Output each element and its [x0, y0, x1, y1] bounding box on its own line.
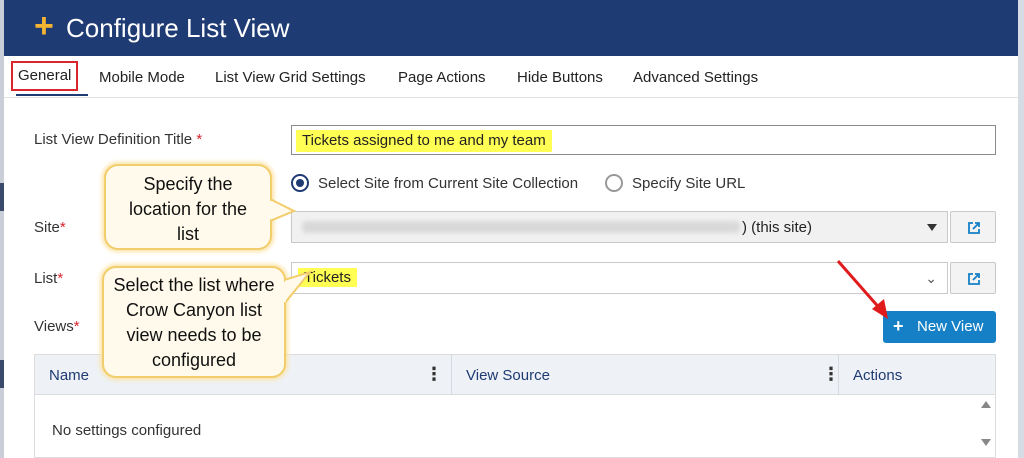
site-callout: Specify the location for the list: [104, 164, 272, 250]
radio-current-site-collection-label[interactable]: Select Site from Current Site Collection: [318, 175, 578, 192]
column-view-source-label: View Source: [466, 367, 550, 384]
active-tab-indicator: [16, 94, 88, 96]
background-marker: [0, 183, 4, 211]
list-callout-tail: [284, 270, 313, 306]
site-select-value: ) (this site): [742, 219, 813, 236]
scroll-down-icon[interactable]: [981, 439, 991, 446]
plus-icon: +: [34, 7, 54, 45]
chevron-down-icon: ⌄: [925, 270, 937, 286]
scroll-up-icon[interactable]: [981, 401, 991, 408]
tab-mobile-mode[interactable]: Mobile Mode: [99, 69, 185, 87]
list-label-text: List: [34, 270, 58, 287]
list-callout-text: Select the list where Crow Canyon list v…: [113, 275, 275, 370]
title-input-value: Tickets assigned to me and my team: [296, 130, 552, 152]
site-field-label: Site*: [34, 219, 66, 236]
views-field-label: Views*: [34, 318, 80, 335]
tab-general[interactable]: General: [11, 61, 79, 91]
required-mark: *: [57, 270, 64, 287]
blurred-site-url: [302, 221, 740, 233]
annotation-arrow: [836, 260, 888, 319]
required-mark: *: [73, 318, 80, 335]
dialog-scroll-edge: [1018, 0, 1024, 458]
required-mark: *: [196, 131, 203, 148]
tab-hide-buttons[interactable]: Hide Buttons: [517, 69, 603, 87]
column-actions: Actions: [839, 355, 979, 395]
title-input[interactable]: Tickets assigned to me and my team: [291, 125, 996, 155]
radio-specify-site-url-label[interactable]: Specify Site URL: [632, 175, 745, 192]
background-marker: [0, 360, 4, 388]
site-select[interactable]: ) (this site): [291, 211, 948, 243]
list-callout: Select the list where Crow Canyon list v…: [102, 266, 286, 378]
open-site-button[interactable]: [950, 211, 996, 243]
tab-list-view-grid-settings[interactable]: List View Grid Settings: [215, 69, 366, 87]
views-label-text: Views: [34, 318, 74, 335]
tab-page-actions[interactable]: Page Actions: [398, 69, 486, 87]
site-label-text: Site: [34, 219, 60, 236]
new-view-label: New View: [917, 318, 984, 335]
column-view-source[interactable]: View Source ⋮: [452, 355, 840, 395]
column-actions-label: Actions: [853, 367, 903, 384]
empty-state-text: No settings configured: [52, 422, 202, 439]
radio-current-site-collection[interactable]: [291, 174, 309, 192]
title-field-label: List View Definition Title *: [34, 131, 202, 148]
external-link-icon: [968, 222, 980, 234]
site-callout-text: Specify the location for the list: [128, 174, 248, 244]
list-field-label: List*: [34, 270, 63, 287]
radio-specify-site-url[interactable]: [605, 174, 623, 192]
tab-bar: General Mobile Mode List View Grid Setti…: [4, 56, 1018, 98]
title-label-text: List View Definition Title: [34, 131, 193, 148]
vertical-dots-icon[interactable]: ⋮: [425, 365, 443, 383]
column-name-label: Name: [49, 367, 90, 384]
tab-advanced-settings[interactable]: Advanced Settings: [633, 69, 758, 87]
dialog-title: Configure List View: [66, 13, 290, 43]
external-link-icon: [968, 273, 980, 285]
dialog-header: + Configure List View: [4, 0, 1018, 56]
site-callout-tail: [270, 197, 296, 223]
required-mark: *: [59, 219, 66, 236]
open-list-button[interactable]: [950, 262, 996, 294]
caret-down-icon: [927, 224, 937, 231]
